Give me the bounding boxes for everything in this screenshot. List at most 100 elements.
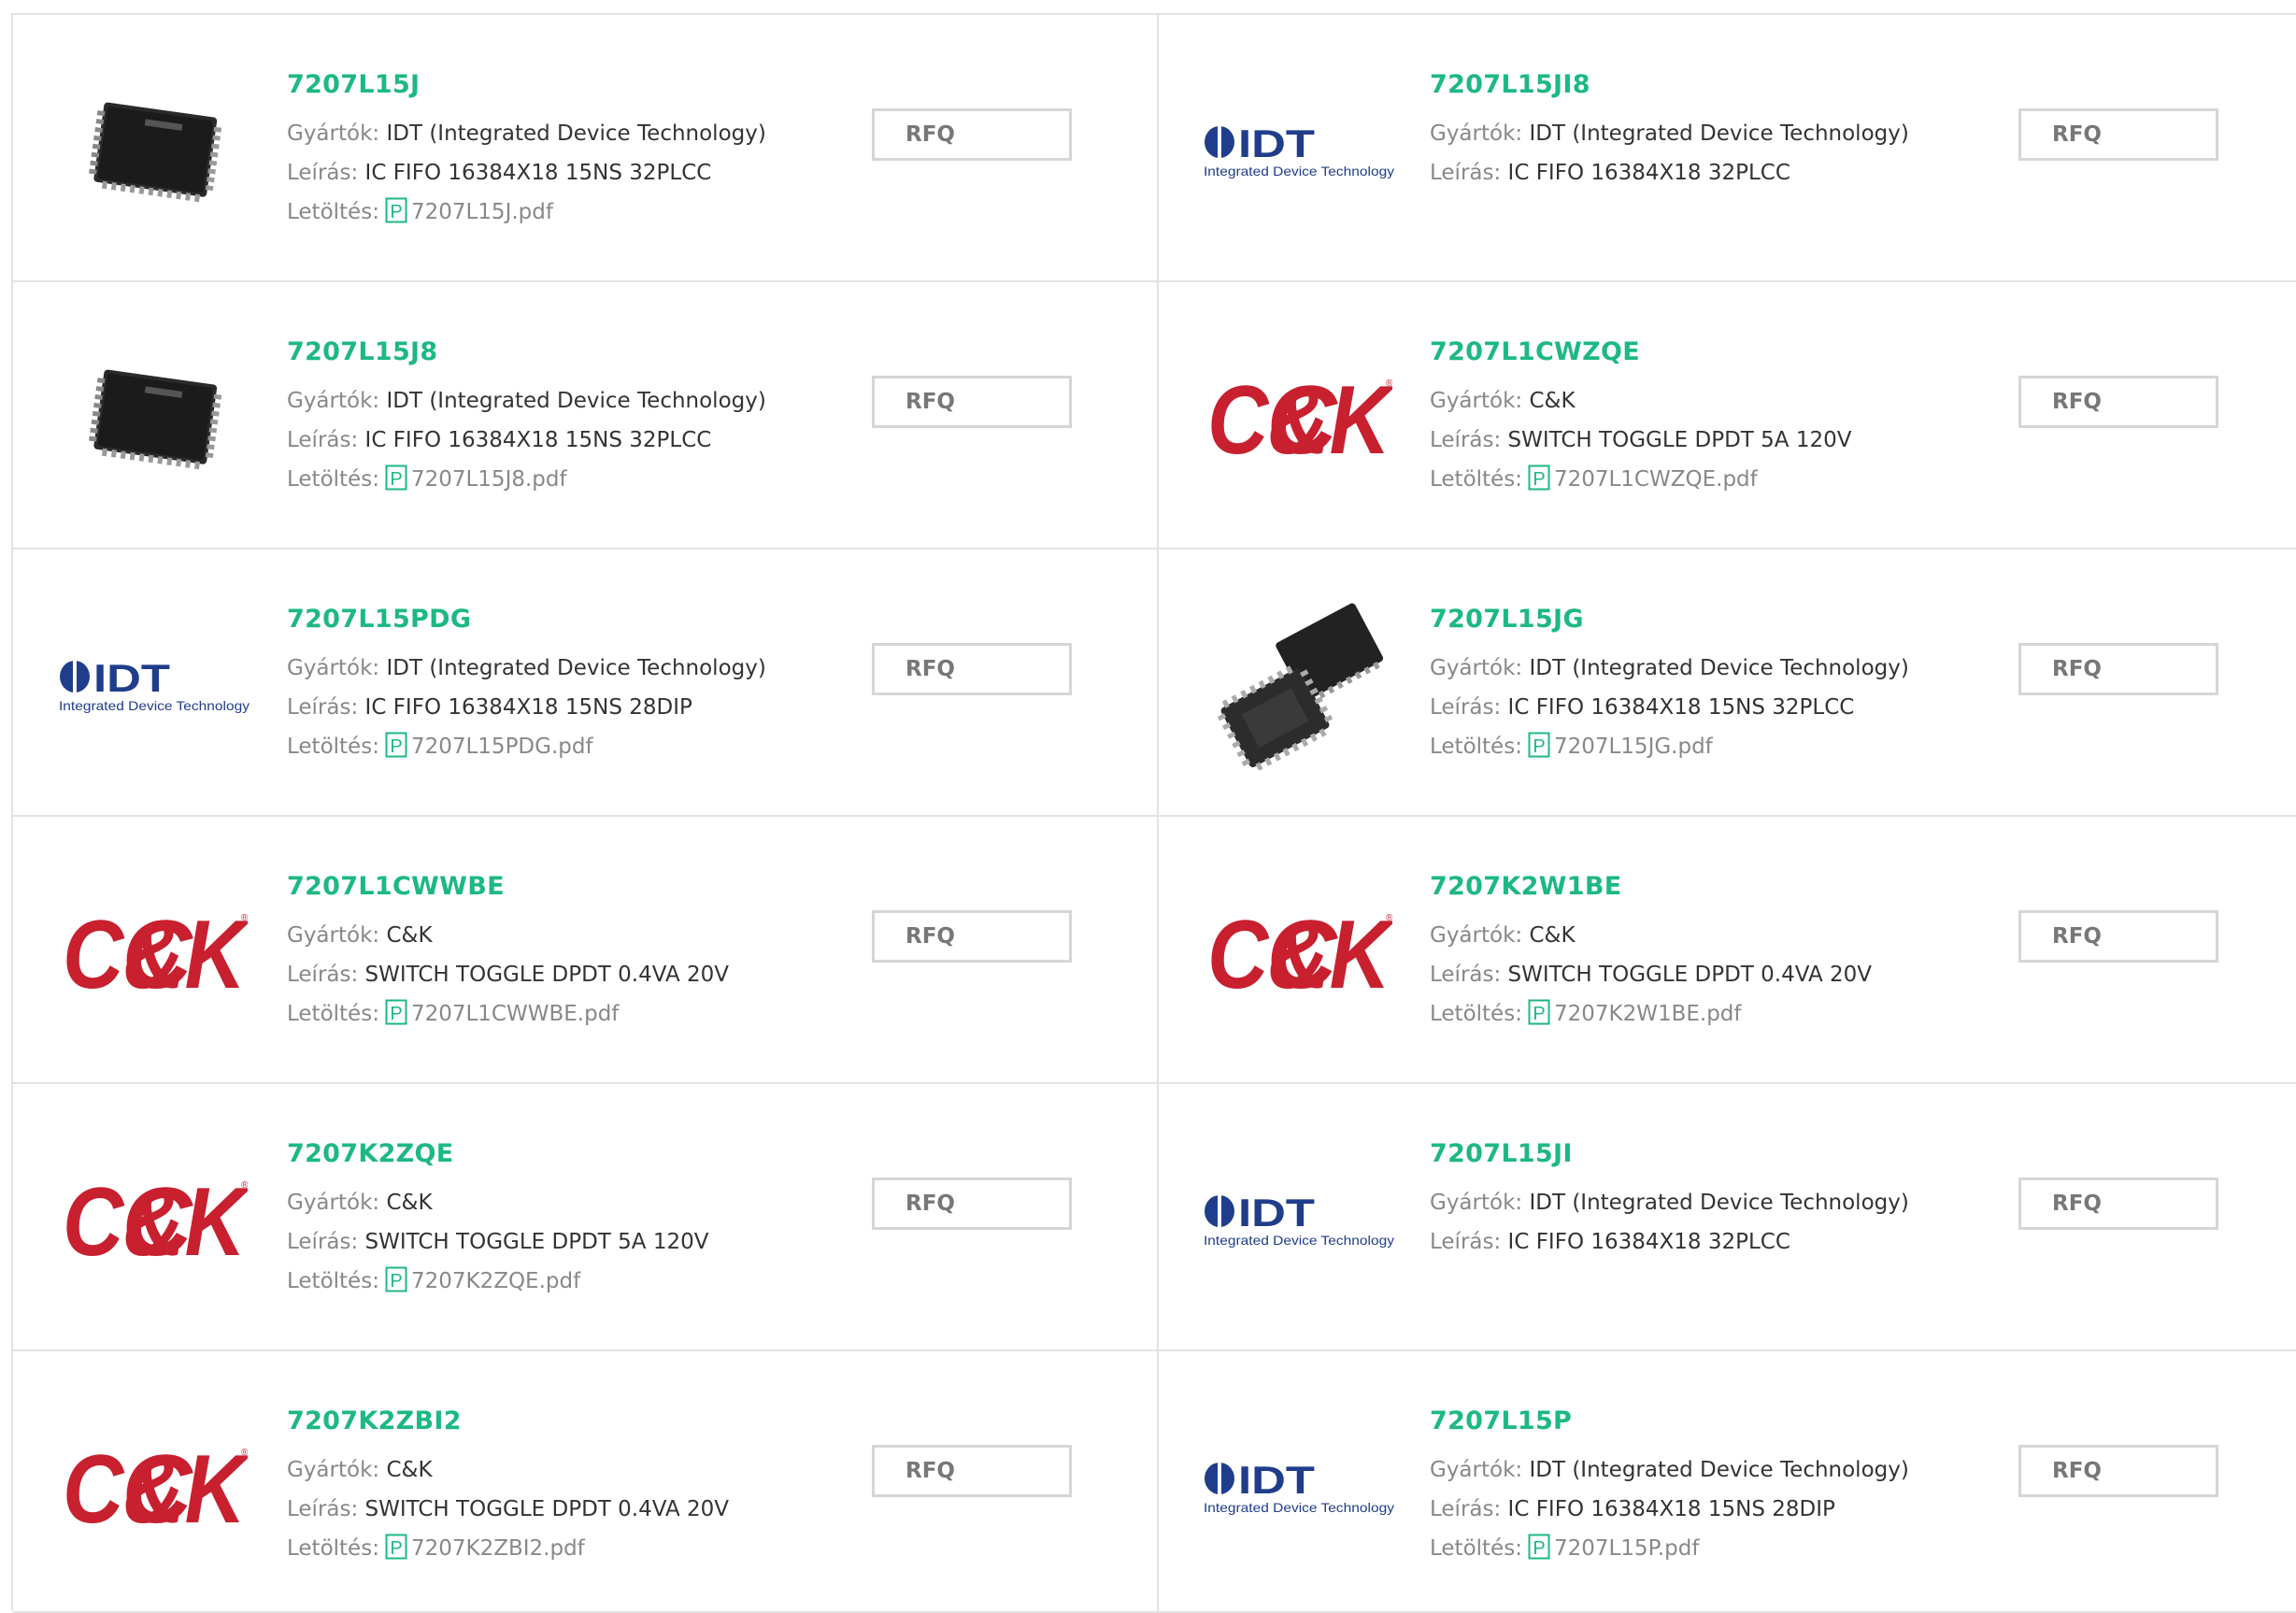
datasheet-link[interactable]: 7207L15PDG.pdf xyxy=(411,735,593,759)
manufacturer-label: Gyártók: xyxy=(287,656,380,680)
rfq-button[interactable]: RFQ xyxy=(2018,910,2218,963)
idt-logo[interactable]: IDT Integrated Device Technology xyxy=(1203,1125,1395,1316)
ck-logo[interactable]: C C&K ® xyxy=(1203,858,1395,1049)
svg-text:IDT: IDT xyxy=(1238,1192,1315,1235)
svg-text:P: P xyxy=(1533,1004,1545,1024)
part-number-link[interactable]: 7207L15J8 xyxy=(287,336,766,368)
part-number-link[interactable]: 7207L1CWWBE xyxy=(287,871,729,903)
manufacturer-row: Gyártók: IDT (Integrated Device Technolo… xyxy=(1430,1183,1909,1222)
rfq-button[interactable]: RFQ xyxy=(2018,643,2218,695)
pdf-icon[interactable]: P xyxy=(385,464,407,504)
description-value: IC FIFO 16384X18 32PLCC xyxy=(1507,1230,1790,1254)
manufacturer-value: IDT (Integrated Device Technology) xyxy=(386,389,766,413)
download-label: Letöltés: xyxy=(287,467,379,492)
download-label: Letöltés: xyxy=(287,1269,379,1293)
datasheet-link[interactable]: 7207L15JG.pdf xyxy=(1554,735,1713,759)
description-value: IC FIFO 16384X18 32PLCC xyxy=(1507,161,1790,185)
idt-logo[interactable]: IDT Integrated Device Technology xyxy=(58,591,250,781)
rfq-button[interactable]: RFQ xyxy=(872,910,1072,963)
manufacturer-value: C&K xyxy=(386,923,433,948)
description-label: Leírás: xyxy=(287,428,359,452)
chip-plcc-photo[interactable] xyxy=(58,56,250,247)
part-number-link[interactable]: 7207L15PDG xyxy=(287,604,766,635)
part-number-link[interactable]: 7207L1CWZQE xyxy=(1430,336,1851,368)
svg-text:C&K: C&K xyxy=(63,1436,248,1539)
part-number-link[interactable]: 7207L15P xyxy=(1430,1406,1909,1437)
rfq-button[interactable]: RFQ xyxy=(872,1178,1072,1230)
part-number-link[interactable]: 7207L15JG xyxy=(1430,604,1909,635)
rfq-button[interactable]: RFQ xyxy=(2018,108,2218,161)
pdf-icon[interactable]: P xyxy=(385,1534,407,1573)
pdf-icon[interactable]: P xyxy=(385,999,407,1038)
ck-logo[interactable]: C C&K ® xyxy=(1203,323,1395,514)
description-row: Leírás: IC FIFO 16384X18 32PLCC xyxy=(1430,1222,1909,1262)
idt-logo[interactable]: IDT Integrated Device Technology xyxy=(1203,56,1395,247)
ck-logo-icon: C C&K ® xyxy=(1207,367,1392,470)
manufacturer-label: Gyártók: xyxy=(1430,923,1523,948)
product-info: 7207K2W1BE Gyártók: C&K Leírás: SWITCH T… xyxy=(1430,871,1872,1038)
pdf-icon[interactable]: P xyxy=(385,197,407,236)
svg-text:Integrated Device Technology: Integrated Device Technology xyxy=(59,698,250,713)
rfq-button[interactable]: RFQ xyxy=(872,376,1072,428)
description-row: Leírás: IC FIFO 16384X18 15NS 32PLCC xyxy=(1430,688,1909,727)
ck-logo[interactable]: C C&K ® xyxy=(58,1392,250,1583)
rfq-button[interactable]: RFQ xyxy=(872,108,1072,161)
rfq-button[interactable]: RFQ xyxy=(2018,1178,2218,1230)
pdf-icon[interactable]: P xyxy=(385,732,407,771)
manufacturer-row: Gyártók: IDT (Integrated Device Technolo… xyxy=(1430,114,1909,153)
pdf-icon[interactable]: P xyxy=(385,1266,407,1306)
datasheet-link[interactable]: 7207K2ZQE.pdf xyxy=(411,1269,580,1293)
ck-logo-icon: C C&K ® xyxy=(63,1436,248,1539)
rfq-button[interactable]: RFQ xyxy=(2018,376,2218,428)
description-value: SWITCH TOGGLE DPDT 5A 120V xyxy=(1507,428,1852,452)
datasheet-link[interactable]: 7207L15J.pdf xyxy=(411,200,553,224)
part-number-link[interactable]: 7207L15J xyxy=(287,69,766,101)
manufacturer-value: IDT (Integrated Device Technology) xyxy=(386,656,766,680)
chip-plcc-photo[interactable] xyxy=(58,323,250,514)
rfq-button[interactable]: RFQ xyxy=(2018,1445,2218,1497)
idt-logo[interactable]: IDT Integrated Device Technology xyxy=(1203,1392,1395,1583)
download-row: Letöltés: P 7207L15P.pdf xyxy=(1430,1529,1909,1573)
svg-text:P: P xyxy=(390,469,402,490)
svg-text:P: P xyxy=(1533,736,1545,757)
manufacturer-value: IDT (Integrated Device Technology) xyxy=(1529,656,1909,680)
description-value: SWITCH TOGGLE DPDT 0.4VA 20V xyxy=(1507,963,1873,987)
ck-logo[interactable]: C C&K ® xyxy=(58,858,250,1049)
part-number-link[interactable]: 7207K2W1BE xyxy=(1430,871,1872,903)
pdf-icon[interactable]: P xyxy=(1528,732,1550,771)
rfq-button[interactable]: RFQ xyxy=(872,643,1072,695)
datasheet-link[interactable]: 7207L15J8.pdf xyxy=(411,467,567,492)
datasheet-link[interactable]: 7207K2ZBI2.pdf xyxy=(411,1536,585,1561)
idt-logo-icon: IDT Integrated Device Technology xyxy=(1204,123,1394,178)
datasheet-link[interactable]: 7207L15P.pdf xyxy=(1554,1536,1700,1561)
description-row: Leírás: IC FIFO 16384X18 15NS 32PLCC xyxy=(287,421,766,460)
download-label: Letöltés: xyxy=(287,200,379,224)
datasheet-link[interactable]: 7207L1CWWBE.pdf xyxy=(411,1002,619,1026)
part-number-link[interactable]: 7207L15JI xyxy=(1430,1138,1909,1170)
manufacturer-label: Gyártók: xyxy=(287,1191,380,1215)
plcc-chip-icon xyxy=(89,369,222,470)
pdf-icon[interactable]: P xyxy=(1528,464,1550,504)
description-label: Leírás: xyxy=(287,695,359,720)
manufacturer-row: Gyártók: C&K xyxy=(1430,381,1851,421)
datasheet-link[interactable]: 7207L1CWZQE.pdf xyxy=(1554,467,1758,492)
product-card: C C&K ® 7207L1CWZQE Gyártók: C&K Leírás:… xyxy=(1159,282,2296,550)
description-value: IC FIFO 16384X18 15NS 28DIP xyxy=(364,695,692,720)
manufacturer-value: IDT (Integrated Device Technology) xyxy=(1529,1191,1909,1215)
pdf-icon[interactable]: P xyxy=(1528,999,1550,1038)
part-number-link[interactable]: 7207L15JI8 xyxy=(1430,69,1909,101)
rfq-button[interactable]: RFQ xyxy=(872,1445,1072,1497)
product-info: 7207L15JG Gyártók: IDT (Integrated Devic… xyxy=(1430,604,1909,771)
ck-logo[interactable]: C C&K ® xyxy=(58,1125,250,1316)
ck-logo-icon: C C&K ® xyxy=(63,1169,248,1272)
datasheet-link[interactable]: 7207K2W1BE.pdf xyxy=(1554,1002,1742,1026)
pdf-icon[interactable]: P xyxy=(1528,1534,1550,1573)
svg-text:P: P xyxy=(390,1004,402,1024)
part-number-link[interactable]: 7207K2ZQE xyxy=(287,1138,708,1170)
svg-text:Integrated Device Technology: Integrated Device Technology xyxy=(1204,1233,1394,1248)
chip-pair-photo[interactable] xyxy=(1203,591,1395,781)
manufacturer-row: Gyártók: C&K xyxy=(287,1450,729,1490)
part-number-link[interactable]: 7207K2ZBI2 xyxy=(287,1406,729,1437)
manufacturer-label: Gyártók: xyxy=(1430,1458,1523,1482)
manufacturer-label: Gyártók: xyxy=(1430,656,1523,680)
